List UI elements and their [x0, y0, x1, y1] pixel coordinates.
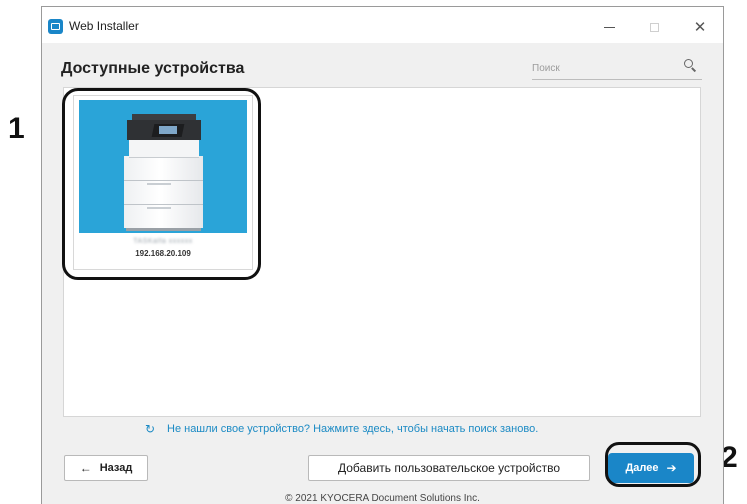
- page-title: Доступные устройства: [61, 60, 245, 77]
- close-icon: ✕: [693, 19, 707, 36]
- search-icon[interactable]: [684, 59, 693, 68]
- close-button[interactable]: ✕: [678, 14, 722, 40]
- callout-highlight-device: [62, 88, 261, 280]
- back-button-label: Назад: [99, 462, 133, 474]
- maximize-icon: [649, 22, 659, 32]
- minimize-button[interactable]: [587, 14, 631, 40]
- maximize-button[interactable]: [632, 14, 676, 40]
- search-box: [532, 56, 702, 80]
- callout-highlight-next: [605, 442, 701, 487]
- title-bar[interactable]: Web Installer ✕: [42, 7, 723, 43]
- research-link[interactable]: ↻ Не нашли свое устройство? Нажмите здес…: [145, 423, 538, 435]
- back-button[interactable]: ← Назад: [64, 455, 148, 481]
- search-input[interactable]: [532, 58, 672, 78]
- app-icon: [48, 19, 63, 34]
- minimize-icon: [603, 26, 615, 28]
- research-link-text[interactable]: Не нашли свое устройство? Нажмите здесь,…: [167, 423, 538, 435]
- arrow-left-icon: ←: [79, 461, 92, 475]
- add-custom-device-label: Добавить пользовательское устройство: [338, 461, 560, 475]
- callout-number-1: 1: [8, 112, 25, 145]
- window-title: Web Installer: [69, 19, 139, 33]
- copyright-footer: © 2021 KYOCERA Document Solutions Inc.: [285, 493, 480, 504]
- refresh-icon: ↻: [145, 422, 156, 436]
- add-custom-device-button[interactable]: Добавить пользовательское устройство: [308, 455, 590, 481]
